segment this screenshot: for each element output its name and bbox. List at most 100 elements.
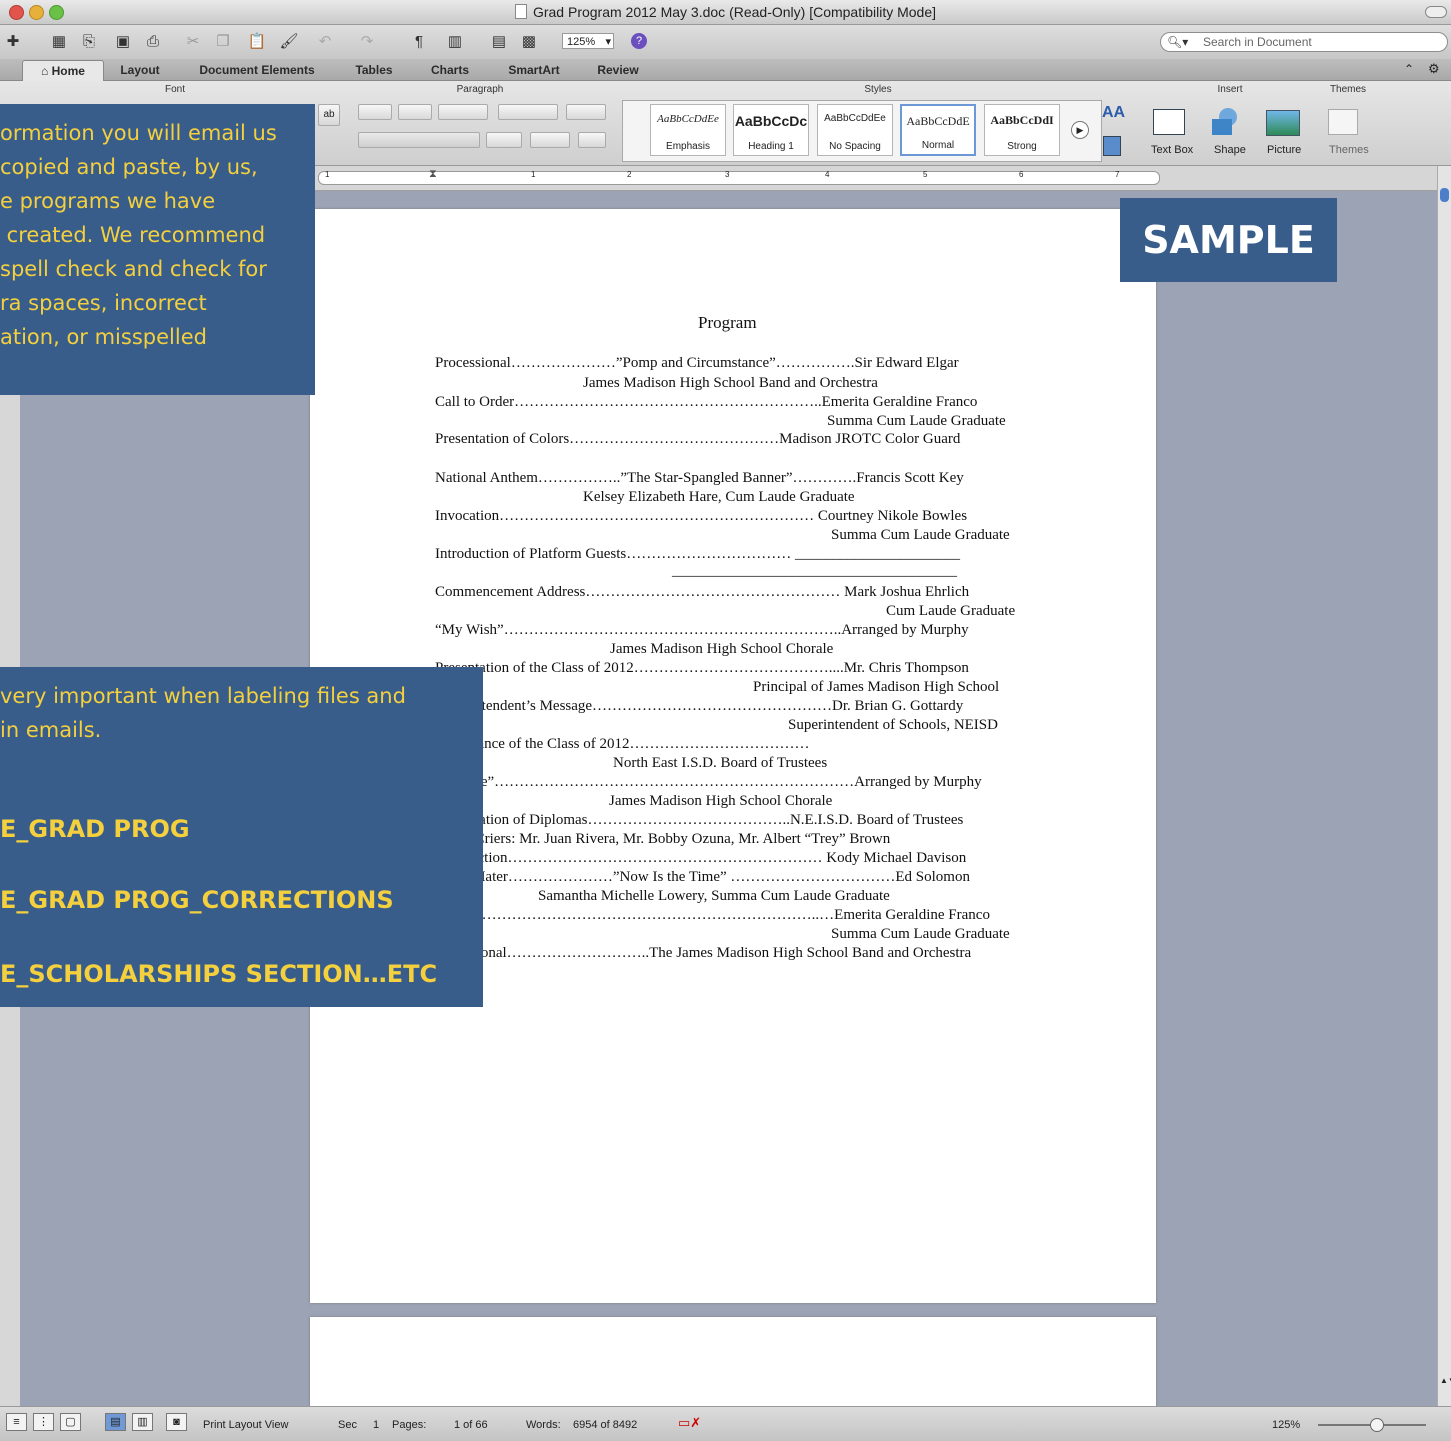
filename-example: E_GRAD PROG_CORRECTIONS (0, 886, 394, 914)
insert-text-box-label: Text Box (1151, 144, 1194, 156)
indent-buttons[interactable] (498, 104, 558, 120)
toolbar-toggle-button[interactable] (1425, 6, 1447, 18)
gear-icon[interactable]: ⚙ (1428, 61, 1440, 77)
program-line: Closing…………………………………………………………..…Emerita … (435, 907, 990, 923)
group-title-insert: Insert (1217, 84, 1243, 95)
undo-icon[interactable]: ↶ (314, 30, 336, 52)
themes-label: Themes (1329, 144, 1369, 156)
program-heading: Program (698, 313, 757, 332)
spelling-error-icon[interactable]: ▭✗ (678, 1415, 701, 1431)
tab-review-label: Review (597, 63, 639, 77)
tab-document-elements[interactable]: Document Elements (180, 60, 334, 80)
window-title-text: Grad Program 2012 May 3.doc (Read-Only) … (532, 4, 937, 20)
tab-home[interactable]: ⌂ Home (22, 60, 104, 81)
search-placeholder: Search in Document (1203, 35, 1312, 49)
copy-icon[interactable]: ❐ (212, 30, 234, 52)
callout-line: in emails. (0, 718, 102, 742)
print-icon[interactable]: ⎙ (142, 30, 164, 52)
gallery-icon[interactable]: ▤ (488, 30, 510, 52)
paste-icon[interactable]: 📋 (246, 30, 268, 52)
tab-smartart[interactable]: SmartArt (492, 60, 576, 80)
section-value: 1 (373, 1419, 380, 1431)
new-document-icon[interactable]: ✚ (2, 30, 24, 52)
styles-pane-icon[interactable] (1103, 136, 1121, 156)
template-gallery-icon[interactable]: ▦ (48, 30, 70, 52)
text-effects-icon[interactable]: ab (318, 104, 340, 126)
ribbon-tabs: ⌂ Home Layout Document Elements Tables C… (0, 59, 1451, 81)
program-line: “My Wish”…………………………………………………………..Arrange… (435, 622, 969, 638)
style-heading-1[interactable]: AaBbCcDc Heading 1 (733, 104, 809, 156)
shape-icon[interactable] (1210, 107, 1242, 137)
indent-marker-icon[interactable]: ⧗ (429, 168, 437, 181)
section-label: Sec (338, 1419, 357, 1431)
document-icon (514, 4, 527, 19)
draft-view-icon[interactable]: ≡ (6, 1413, 27, 1431)
program-line: Summa Cum Laude Graduate (831, 926, 1010, 942)
program-line: North East I.S.D. Board of Trustees (613, 755, 828, 771)
tab-home-label: Home (51, 64, 85, 78)
program-line: Invocation……………………………………………………… Courtney… (435, 508, 968, 524)
style-normal[interactable]: AaBbCcDdE Normal (900, 104, 976, 156)
style-strong[interactable]: AaBbCcDdI Strong (984, 104, 1060, 156)
words-label: Words: (526, 1419, 561, 1431)
text-box-icon[interactable] (1153, 109, 1185, 135)
multilevel-list-button[interactable] (438, 104, 488, 120)
scroll-arrows-icon[interactable]: ▲▼ (1440, 1376, 1451, 1385)
callout-line: e programs we have (0, 189, 216, 213)
zoom-slider-thumb[interactable] (1370, 1418, 1384, 1432)
collapse-ribbon-icon[interactable]: ⌃ (1404, 62, 1414, 76)
zoom-select[interactable]: 125% ▾ (562, 33, 614, 49)
help-icon[interactable]: ? (628, 30, 650, 52)
alignment-buttons[interactable] (358, 132, 480, 148)
outline-view-icon[interactable]: ⋮ (33, 1413, 54, 1431)
redo-icon[interactable]: ↷ (356, 30, 378, 52)
format-painter-icon[interactable]: 🖌 (278, 30, 300, 52)
styles-next-icon[interactable]: ▶ (1071, 121, 1089, 139)
save-icon[interactable]: ▣ (112, 30, 134, 52)
style-no-spacing[interactable]: AaBbCcDdEe No Spacing (817, 104, 893, 156)
publishing-view-icon[interactable]: ▢ (60, 1413, 81, 1431)
pilcrow-icon[interactable]: ¶ (408, 30, 430, 52)
tab-layout[interactable]: Layout (106, 60, 174, 80)
scroll-thumb[interactable] (1440, 188, 1449, 202)
title-bar: Grad Program 2012 May 3.doc (Read-Only) … (0, 0, 1451, 25)
search-input[interactable]: 🔍︎▾ Search in Document (1160, 32, 1448, 52)
program-line: Benediction……………………………………………………… Kody Mi… (435, 850, 967, 866)
toolbox-icon[interactable]: ▩ (518, 30, 540, 52)
program-line: Alma Mater…………………”Now Is the Time” ……………… (435, 869, 970, 885)
bullets-button[interactable] (358, 104, 392, 120)
program-line: Summa Cum Laude Graduate (827, 413, 1006, 429)
ruler-mark: 3 (725, 170, 730, 179)
tab-layout-label: Layout (120, 63, 160, 77)
shading-button[interactable] (530, 132, 570, 148)
document-page-2 (310, 1317, 1156, 1417)
program-line: Call to Order……………………………………………………..Emeri… (435, 394, 978, 410)
vertical-scrollbar[interactable]: ▲▼ (1437, 166, 1451, 1406)
change-case-icon[interactable]: AA (1102, 104, 1125, 122)
notebook-view-icon[interactable]: ▥ (132, 1413, 153, 1431)
program-line: Recessional………………………..The James Madison … (435, 945, 972, 961)
tab-tables[interactable]: Tables (340, 60, 408, 80)
zoom-select-value: 125% (567, 36, 596, 48)
picture-icon[interactable] (1266, 110, 1300, 136)
focus-view-icon[interactable]: ◙ (166, 1413, 187, 1431)
line-spacing-button[interactable] (486, 132, 522, 148)
callout-line: ormation you will email us (0, 121, 277, 145)
open-icon[interactable]: ⎘ (78, 30, 100, 52)
sort-button[interactable] (578, 132, 606, 148)
sidebar-icon[interactable]: ▥ (444, 30, 466, 52)
insert-shape-label: Shape (1214, 144, 1246, 156)
view-name: Print Layout View (203, 1419, 289, 1431)
tab-charts[interactable]: Charts (414, 60, 486, 80)
numbering-button[interactable] (398, 104, 432, 120)
style-emphasis[interactable]: AaBbCcDdEe Emphasis (650, 104, 726, 156)
ruler-mark: 1 (325, 170, 330, 179)
themes-icon[interactable] (1328, 109, 1358, 135)
ruler-track[interactable]: 1 1 2 3 4 5 6 7 ⧗ (318, 168, 1160, 185)
style-strong-sample: AaBbCcDdI (990, 113, 1054, 127)
tab-review[interactable]: Review (582, 60, 654, 80)
program-line: Cum Laude Graduate (886, 603, 1016, 619)
cut-icon[interactable]: ✂ (182, 30, 204, 52)
columns-button[interactable] (566, 104, 606, 120)
print-layout-view-icon[interactable]: ▤ (105, 1413, 126, 1431)
